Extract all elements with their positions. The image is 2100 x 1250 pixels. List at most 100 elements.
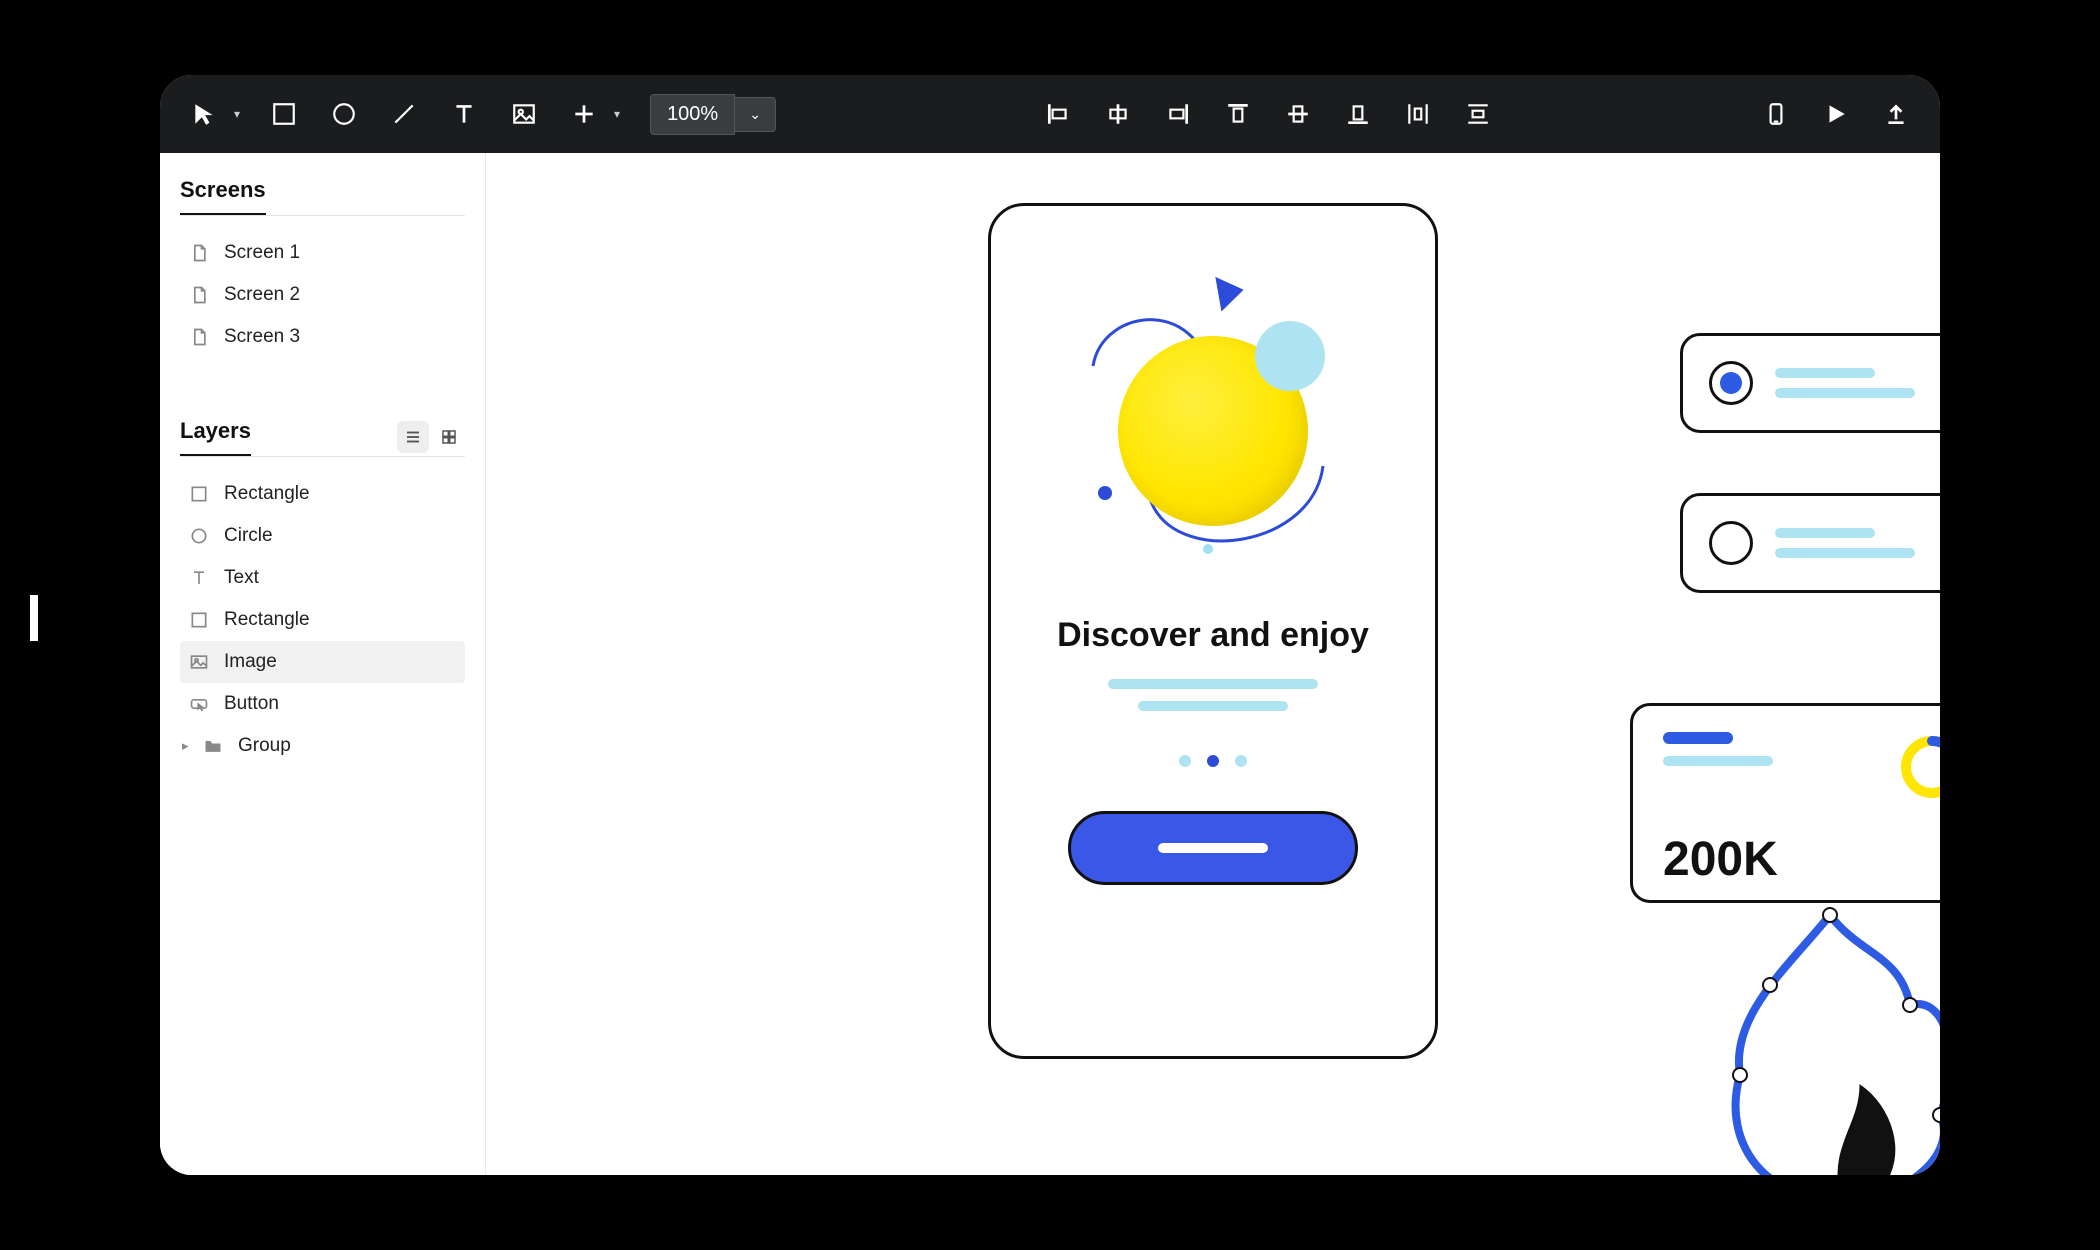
text-tool[interactable] <box>448 98 480 130</box>
layer-item-image[interactable]: Image <box>180 641 465 683</box>
option-card-2[interactable] <box>1680 493 1940 593</box>
layer-item-text[interactable]: Text <box>180 557 465 599</box>
image-tool[interactable] <box>508 98 540 130</box>
app-window: ▾ ▾ 100% ⌄ <box>160 75 1940 1175</box>
design-canvas[interactable]: Discover and enjoy <box>486 153 1940 1175</box>
image-icon <box>188 651 210 673</box>
screens-panel-title: Screens <box>180 177 266 215</box>
pager-dot-active[interactable] <box>1207 755 1219 767</box>
tool-group-actions <box>1760 98 1912 130</box>
layers-list-view-button[interactable] <box>397 421 429 453</box>
radio-unselected[interactable] <box>1709 521 1753 565</box>
illustration <box>1063 266 1363 586</box>
layers-grid-view-button[interactable] <box>433 421 465 453</box>
screens-list: Screen 1 Screen 2 Screen 3 <box>180 220 465 358</box>
expand-caret-icon[interactable]: ▸ <box>182 738 194 754</box>
workspace: Screens Screen 1 Screen 2 Screen 3 <box>160 153 1940 1175</box>
align-middle-v[interactable] <box>1282 98 1314 130</box>
circle-tool[interactable] <box>328 98 360 130</box>
rectangle-icon <box>271 101 297 127</box>
circle-icon <box>331 101 357 127</box>
tool-group-shapes: ▾ ▾ <box>188 98 620 130</box>
layer-label: Button <box>224 693 279 715</box>
zoom-dropdown-caret-icon[interactable]: ⌄ <box>735 97 776 132</box>
select-tool[interactable] <box>188 98 220 130</box>
headline-text: Discover and enjoy <box>1057 616 1369 655</box>
page-icon <box>188 326 210 348</box>
play-icon <box>1823 101 1849 127</box>
rectangle-icon <box>188 609 210 631</box>
align-right-icon <box>1165 101 1191 127</box>
screen-item[interactable]: Screen 2 <box>180 274 465 316</box>
radio-selected[interactable] <box>1709 361 1753 405</box>
layer-label: Group <box>238 735 291 757</box>
toolbar: ▾ ▾ 100% ⌄ <box>160 75 1940 153</box>
text-icon <box>188 567 210 589</box>
layer-item-group[interactable]: ▸ Group <box>180 725 465 767</box>
blue-dot-shape <box>1098 486 1112 500</box>
pager-dot[interactable] <box>1179 755 1191 767</box>
rectangle-icon <box>188 483 210 505</box>
grid-view-icon <box>440 428 458 446</box>
layer-item-rectangle[interactable]: Rectangle <box>180 473 465 515</box>
line-tool[interactable] <box>388 98 420 130</box>
play-button[interactable] <box>1820 98 1852 130</box>
phone-frame[interactable]: Discover and enjoy <box>988 203 1438 1059</box>
sidebar: Screens Screen 1 Screen 2 Screen 3 <box>160 153 486 1175</box>
list-view-icon <box>404 428 422 446</box>
cta-button[interactable] <box>1068 811 1358 885</box>
stat-card[interactable]: 200K <box>1630 703 1940 903</box>
pager-dot[interactable] <box>1235 755 1247 767</box>
cta-label-placeholder <box>1158 843 1268 853</box>
zoom-control[interactable]: 100% ⌄ <box>650 94 776 135</box>
distribute-v-icon <box>1465 101 1491 127</box>
line-icon <box>391 101 417 127</box>
screen-item[interactable]: Screen 3 <box>180 316 465 358</box>
vector-flame-shape[interactable] <box>1710 895 1940 1175</box>
zoom-value[interactable]: 100% <box>650 94 735 135</box>
subtitle-line-placeholder <box>1138 701 1288 711</box>
screen-label: Screen 3 <box>224 326 300 348</box>
stat-sublabel-placeholder <box>1663 756 1773 766</box>
layer-item-circle[interactable]: Circle <box>180 515 465 557</box>
layer-label: Image <box>224 651 277 673</box>
progress-ring-icon <box>1897 732 1940 802</box>
layer-label: Rectangle <box>224 483 310 505</box>
align-bottom[interactable] <box>1342 98 1374 130</box>
text-placeholder <box>1775 388 1915 398</box>
align-center-h-icon <box>1105 101 1131 127</box>
text-placeholder <box>1775 528 1875 538</box>
stat-value: 200K <box>1663 832 1940 887</box>
layers-panel-title: Layers <box>180 418 251 456</box>
layer-label: Circle <box>224 525 273 547</box>
add-tool-caret-icon[interactable]: ▾ <box>614 107 620 121</box>
plus-icon <box>571 101 597 127</box>
align-center-h[interactable] <box>1102 98 1134 130</box>
align-left[interactable] <box>1042 98 1074 130</box>
device-preview-button[interactable] <box>1760 98 1792 130</box>
distribute-v[interactable] <box>1462 98 1494 130</box>
select-tool-caret-icon[interactable]: ▾ <box>234 107 240 121</box>
distribute-h[interactable] <box>1402 98 1434 130</box>
layer-item-rectangle[interactable]: Rectangle <box>180 599 465 641</box>
layers-list: Rectangle Circle Text Rectangle <box>180 461 465 767</box>
upload-button[interactable] <box>1880 98 1912 130</box>
circle-icon <box>188 525 210 547</box>
rectangle-tool[interactable] <box>268 98 300 130</box>
pager-dots[interactable] <box>1179 755 1247 767</box>
align-top[interactable] <box>1222 98 1254 130</box>
upload-icon <box>1883 101 1909 127</box>
distribute-h-icon <box>1405 101 1431 127</box>
text-icon <box>451 101 477 127</box>
align-right[interactable] <box>1162 98 1194 130</box>
text-placeholder <box>1775 368 1875 378</box>
screen-item[interactable]: Screen 1 <box>180 232 465 274</box>
folder-icon <box>202 735 224 757</box>
tool-group-align <box>1042 98 1494 130</box>
layer-item-button[interactable]: Button <box>180 683 465 725</box>
stat-label-placeholder <box>1663 732 1733 744</box>
add-tool[interactable] <box>568 98 600 130</box>
layer-label: Text <box>224 567 259 589</box>
option-card-1[interactable] <box>1680 333 1940 433</box>
align-bottom-icon <box>1345 101 1371 127</box>
